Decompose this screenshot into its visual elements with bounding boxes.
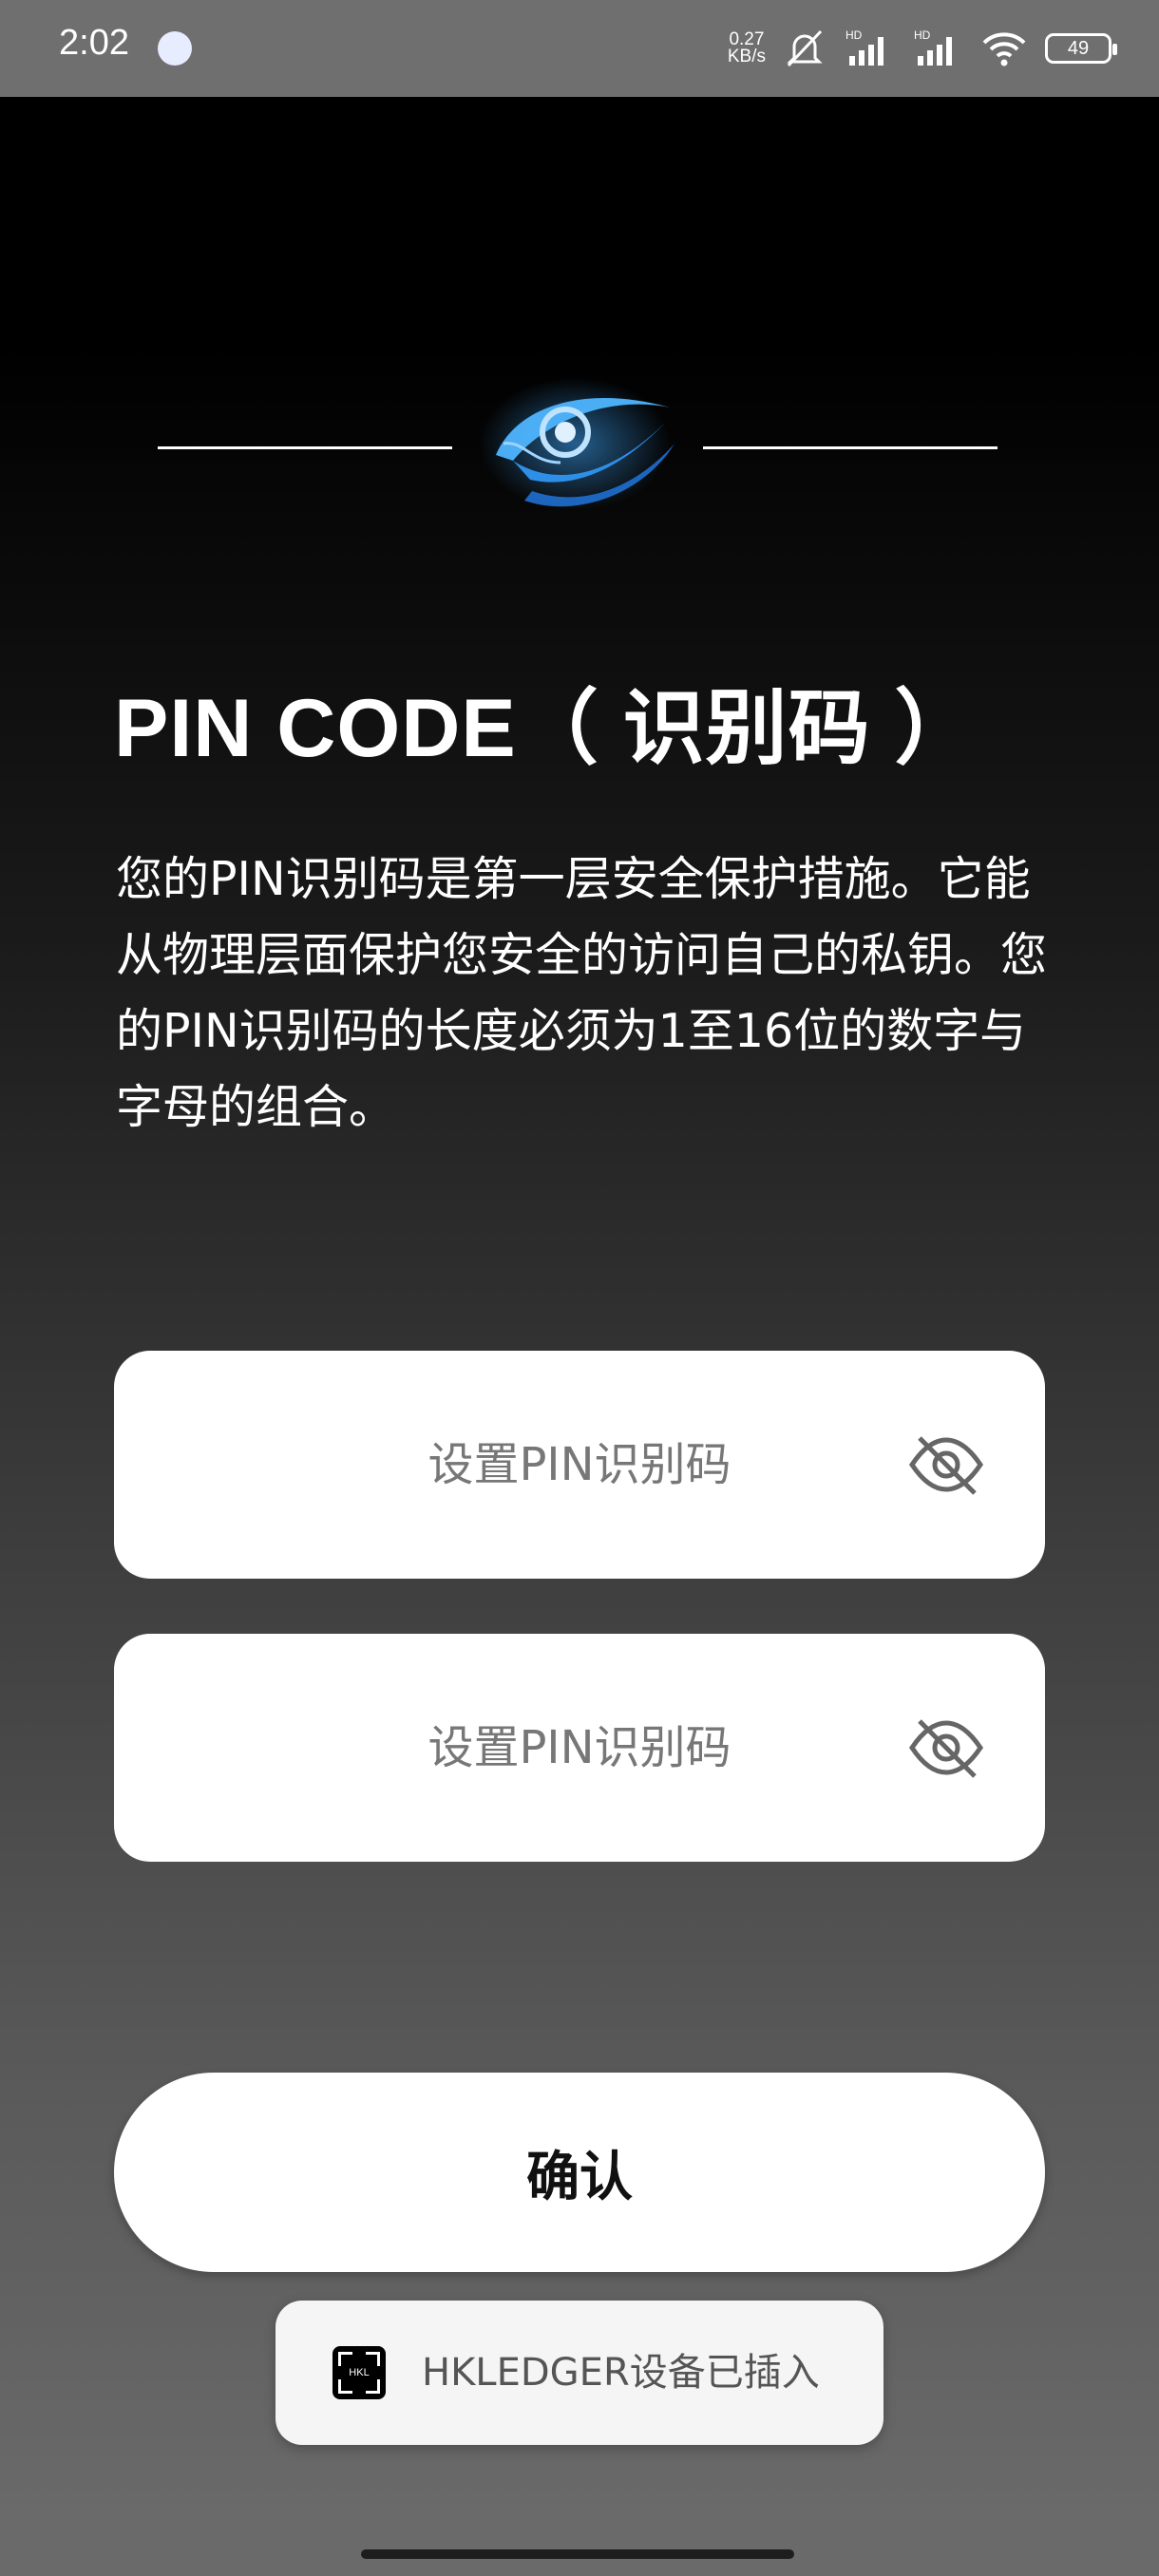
status-bar: 2:02 0.27 KB/s HD HD 49 xyxy=(0,0,1159,97)
eye-off-icon[interactable] xyxy=(906,1708,986,1788)
pin-confirm-input[interactable] xyxy=(114,1634,1045,1862)
device-toast: HKL HKLEDGER设备已插入 xyxy=(276,2301,884,2445)
hkl-device-icon: HKL xyxy=(332,2346,386,2399)
page-title: PIN CODE（ 识别码 ） xyxy=(114,683,978,774)
pin-description: 您的PIN识别码是第一层安全保护措施。它能从物理层面保护您安全的访问自己的私钥。… xyxy=(116,852,1048,1134)
mute-icon xyxy=(783,28,826,69)
pin-field[interactable] xyxy=(114,1351,1045,1579)
app-notification-icon xyxy=(158,31,192,66)
pin-confirm-field[interactable] xyxy=(114,1634,1045,1862)
svg-text:HD: HD xyxy=(914,28,931,42)
signal-icon: HD xyxy=(912,28,963,69)
status-time: 2:02 xyxy=(59,23,129,63)
home-gesture-handle[interactable] xyxy=(361,2549,794,2559)
status-icons: 0.27 KB/s HD HD 49 xyxy=(727,25,1117,72)
battery-icon: 49 xyxy=(1045,33,1117,64)
signal-icon: HD xyxy=(844,28,895,69)
svg-text:HD: HD xyxy=(846,28,863,42)
toast-message: HKLEDGER设备已插入 xyxy=(422,2351,820,2395)
eye-off-icon[interactable] xyxy=(906,1425,986,1505)
logo-divider-right xyxy=(703,446,998,449)
pin-setup-screen: PIN CODE（ 识别码 ） 您的PIN识别码是第一层安全保护措施。它能从物理… xyxy=(0,97,1159,2529)
network-speed: 0.27 KB/s xyxy=(727,29,766,66)
pin-input[interactable] xyxy=(114,1351,1045,1579)
wifi-icon xyxy=(980,28,1028,69)
logo-divider-left xyxy=(158,446,452,449)
confirm-button[interactable]: 确认 xyxy=(114,2073,1045,2272)
navigation-bar xyxy=(0,2529,1159,2576)
eye-logo-icon xyxy=(475,349,684,539)
